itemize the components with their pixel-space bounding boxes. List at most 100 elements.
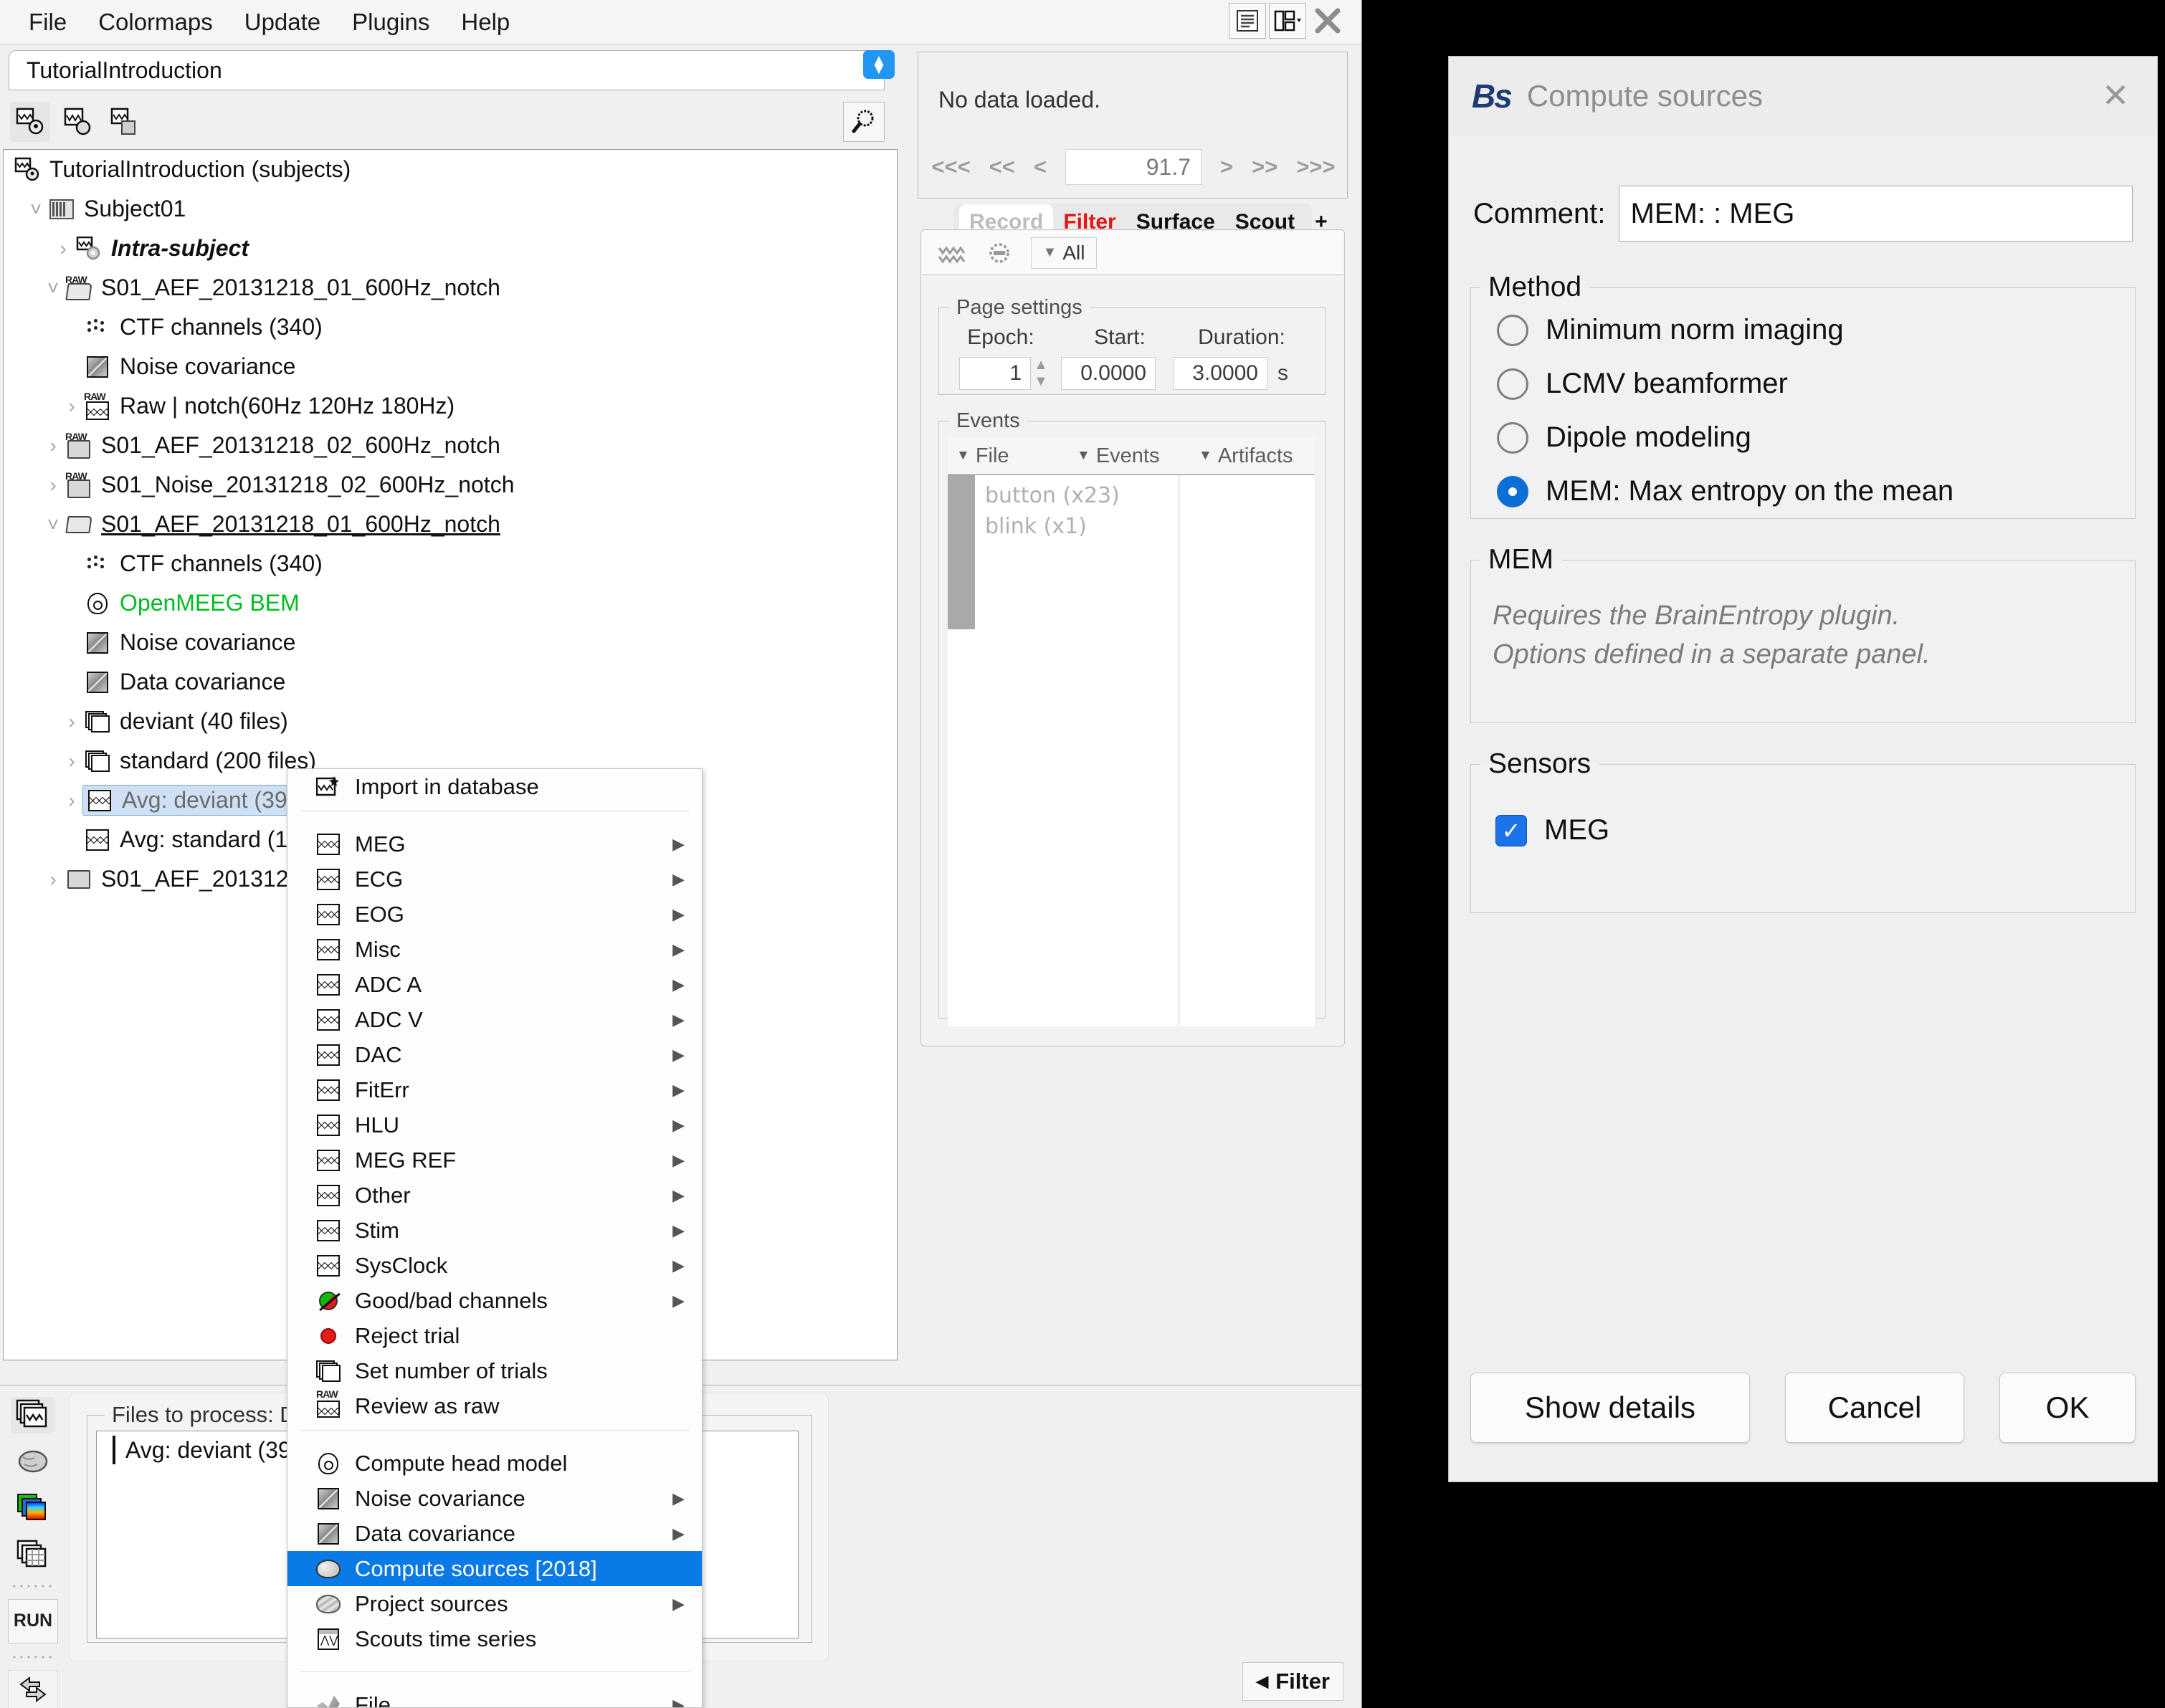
menu-item-fiterr[interactable]: FitErr ▶	[287, 1072, 702, 1107]
tree-item-s01-aef-01-folder[interactable]: ˅ S01_AEF_20131218_01_600Hz_notch	[4, 505, 897, 544]
event-row[interactable]: blink (x1)	[985, 512, 1179, 543]
tree-item-ctf-channels-2[interactable]: CTF channels (340)	[4, 544, 897, 583]
menu-item-noise-covariance[interactable]: Noise covariance ▶	[287, 1481, 702, 1516]
nav-prev-page-button[interactable]: <<	[989, 154, 1015, 180]
menu-item-file[interactable]: File	[13, 6, 82, 39]
chevron-down-icon[interactable]: ˅	[42, 277, 64, 300]
menu-item-review-as-raw[interactable]: RAW Review as raw	[287, 1388, 702, 1423]
protocol-dropdown-icon[interactable]: ▲▼	[863, 50, 895, 79]
matrix-icon[interactable]	[11, 1537, 55, 1573]
checkbox-meg-row[interactable]: ✓ MEG	[1471, 780, 2135, 846]
menu-item-other[interactable]: Other ▶	[287, 1178, 702, 1213]
tree-item-s01-aef-01-raw[interactable]: ˅ RAW S01_AEF_20131218_01_600Hz_notch	[4, 268, 897, 307]
layout-menu-icon[interactable]	[1269, 3, 1306, 39]
events-col-events[interactable]: ▼ Events	[1077, 444, 1199, 468]
menu-item-colormaps[interactable]: Colormaps	[82, 6, 229, 39]
nav-last-button[interactable]: >>>	[1296, 154, 1335, 180]
radio-button[interactable]	[1497, 476, 1528, 507]
radio-minimum-norm-imaging[interactable]: Minimum norm imaging	[1471, 303, 2135, 357]
menu-item-scouts-time-series[interactable]: Scouts time series	[287, 1621, 702, 1656]
menu-item-update[interactable]: Update	[229, 6, 336, 39]
menu-item-reject-trial[interactable]: Reject trial	[287, 1318, 702, 1353]
radio-mem-max-entropy[interactable]: MEM: Max entropy on the mean	[1471, 464, 2135, 518]
tree-item-openmeeg-bem[interactable]: OpenMEEG BEM	[4, 583, 897, 623]
menu-item-dac[interactable]: DAC ▶	[287, 1037, 702, 1072]
menu-item-import-in-database[interactable]: Import in database	[287, 769, 702, 804]
menu-item-eog[interactable]: EOG ▶	[287, 897, 702, 932]
checkbox-meg[interactable]: ✓	[1495, 815, 1527, 846]
tree-item-noise-covariance[interactable]: Noise covariance	[4, 347, 897, 386]
menu-item-good-bad-channels[interactable]: Good/bad channels ▶	[287, 1283, 702, 1318]
nav-first-button[interactable]: <<<	[931, 154, 970, 180]
filter-button[interactable]: ◀ Filter	[1242, 1662, 1343, 1701]
event-row[interactable]: button (x23)	[985, 481, 1179, 512]
epoch-stepper[interactable]: ▲▼	[1031, 357, 1051, 390]
chevron-down-icon[interactable]: ˅	[25, 198, 47, 221]
gear-icon[interactable]	[984, 237, 1015, 269]
duration-input[interactable]: 3.0000	[1173, 357, 1267, 390]
menu-item-plugins[interactable]: Plugins	[336, 6, 445, 39]
radio-dipole-modeling[interactable]: Dipole modeling	[1471, 411, 2135, 464]
close-icon[interactable]	[1309, 3, 1346, 39]
menu-item-help[interactable]: Help	[445, 6, 525, 39]
menu-item-compute-sources[interactable]: Compute sources [2018]	[287, 1551, 702, 1586]
delete-icon[interactable]	[105, 102, 145, 142]
menu-item-compute-head-model[interactable]: Compute head model	[287, 1446, 702, 1481]
tree-item-noise-covariance-2[interactable]: Noise covariance	[4, 623, 897, 662]
channel-selector-dropdown[interactable]: ▼ All	[1031, 237, 1097, 269]
protocol-combo[interactable]: TutorialIntroduction	[9, 50, 885, 90]
nav-next-button[interactable]: >	[1220, 154, 1233, 180]
tree-item-s01-aef-02-raw[interactable]: › RAW S01_AEF_20131218_02_600Hz_notch	[4, 426, 897, 465]
comment-input[interactable]: MEM: : MEG	[1619, 186, 2133, 242]
menu-item-project-sources[interactable]: Project sources ▶	[287, 1586, 702, 1621]
chevron-right-icon[interactable]: ›	[42, 434, 64, 457]
tree-item-data-covariance[interactable]: Data covariance	[4, 662, 897, 702]
menu-item-data-covariance[interactable]: Data covariance ▶	[287, 1516, 702, 1551]
functional-view-icon[interactable]	[57, 102, 97, 142]
chevron-right-icon[interactable]: ›	[42, 474, 64, 497]
menu-item-ecg[interactable]: ECG ▶	[287, 862, 702, 897]
run-button[interactable]: RUN	[8, 1599, 58, 1644]
chevron-right-icon[interactable]: ›	[52, 237, 74, 260]
chevron-right-icon[interactable]: ›	[61, 750, 82, 773]
chevron-right-icon[interactable]: ›	[61, 710, 82, 733]
tree-item-intra-subject[interactable]: › Intra-subject	[4, 229, 897, 268]
chevron-right-icon[interactable]: ›	[61, 789, 82, 812]
epoch-input[interactable]: 1	[959, 357, 1031, 390]
menu-item-meg-ref[interactable]: MEG REF ▶	[287, 1142, 702, 1178]
start-input[interactable]: 0.0000	[1061, 357, 1156, 390]
sources-icon[interactable]	[11, 1444, 55, 1480]
radio-lcmv-beamformer[interactable]: LCMV beamformer	[1471, 357, 2135, 411]
menu-item-set-number-of-trials[interactable]: Set number of trials	[287, 1353, 702, 1388]
tree-item-s01-noise-02-raw[interactable]: › RAW S01_Noise_20131218_02_600Hz_notch	[4, 465, 897, 505]
anatomy-view-icon[interactable]	[10, 102, 50, 142]
chevron-down-icon[interactable]: ˅	[42, 513, 64, 536]
close-icon[interactable]: ✕	[2095, 75, 2136, 115]
waveform-icon[interactable]	[936, 237, 968, 269]
chevron-right-icon[interactable]: ›	[61, 395, 82, 418]
report-viewer-icon[interactable]	[1229, 3, 1266, 39]
events-col-file[interactable]: ▼ File	[948, 444, 1077, 468]
events-col-artifacts[interactable]: ▼ Artifacts	[1199, 444, 1293, 468]
menu-item-file[interactable]: File ▶	[287, 1687, 702, 1708]
show-details-button[interactable]: Show details	[1470, 1373, 1750, 1443]
time-value-input[interactable]: 91.7	[1065, 149, 1202, 185]
menu-item-misc[interactable]: Misc ▶	[287, 932, 702, 967]
menu-item-hlu[interactable]: HLU ▶	[287, 1107, 702, 1142]
menu-item-sysclock[interactable]: SysClock ▶	[287, 1248, 702, 1283]
chevron-right-icon[interactable]: ›	[42, 868, 64, 891]
recordings-icon[interactable]	[11, 1397, 55, 1433]
search-icon[interactable]	[843, 102, 885, 142]
menu-item-adc-a[interactable]: ADC A ▶	[287, 967, 702, 1002]
menu-item-adc-v[interactable]: ADC V ▶	[287, 1002, 702, 1037]
tree-item-ctf-channels[interactable]: CTF channels (340)	[4, 307, 897, 347]
tree-item-raw-notch[interactable]: › RAW Raw | notch(60Hz 120Hz 180Hz)	[4, 386, 897, 426]
menu-item-stim[interactable]: Stim ▶	[287, 1213, 702, 1248]
context-menu[interactable]: Import in database MEG ▶ ECG ▶ EOG ▶ Mis…	[287, 768, 703, 1708]
events-list[interactable]: button (x23) blink (x1)	[948, 474, 1315, 1026]
ok-button[interactable]: OK	[1999, 1373, 2136, 1443]
timefreq-icon[interactable]	[11, 1490, 55, 1527]
cancel-button[interactable]: Cancel	[1785, 1373, 1964, 1443]
tree-item-deviant[interactable]: › deviant (40 files)	[4, 702, 897, 741]
radio-button[interactable]	[1497, 315, 1528, 346]
